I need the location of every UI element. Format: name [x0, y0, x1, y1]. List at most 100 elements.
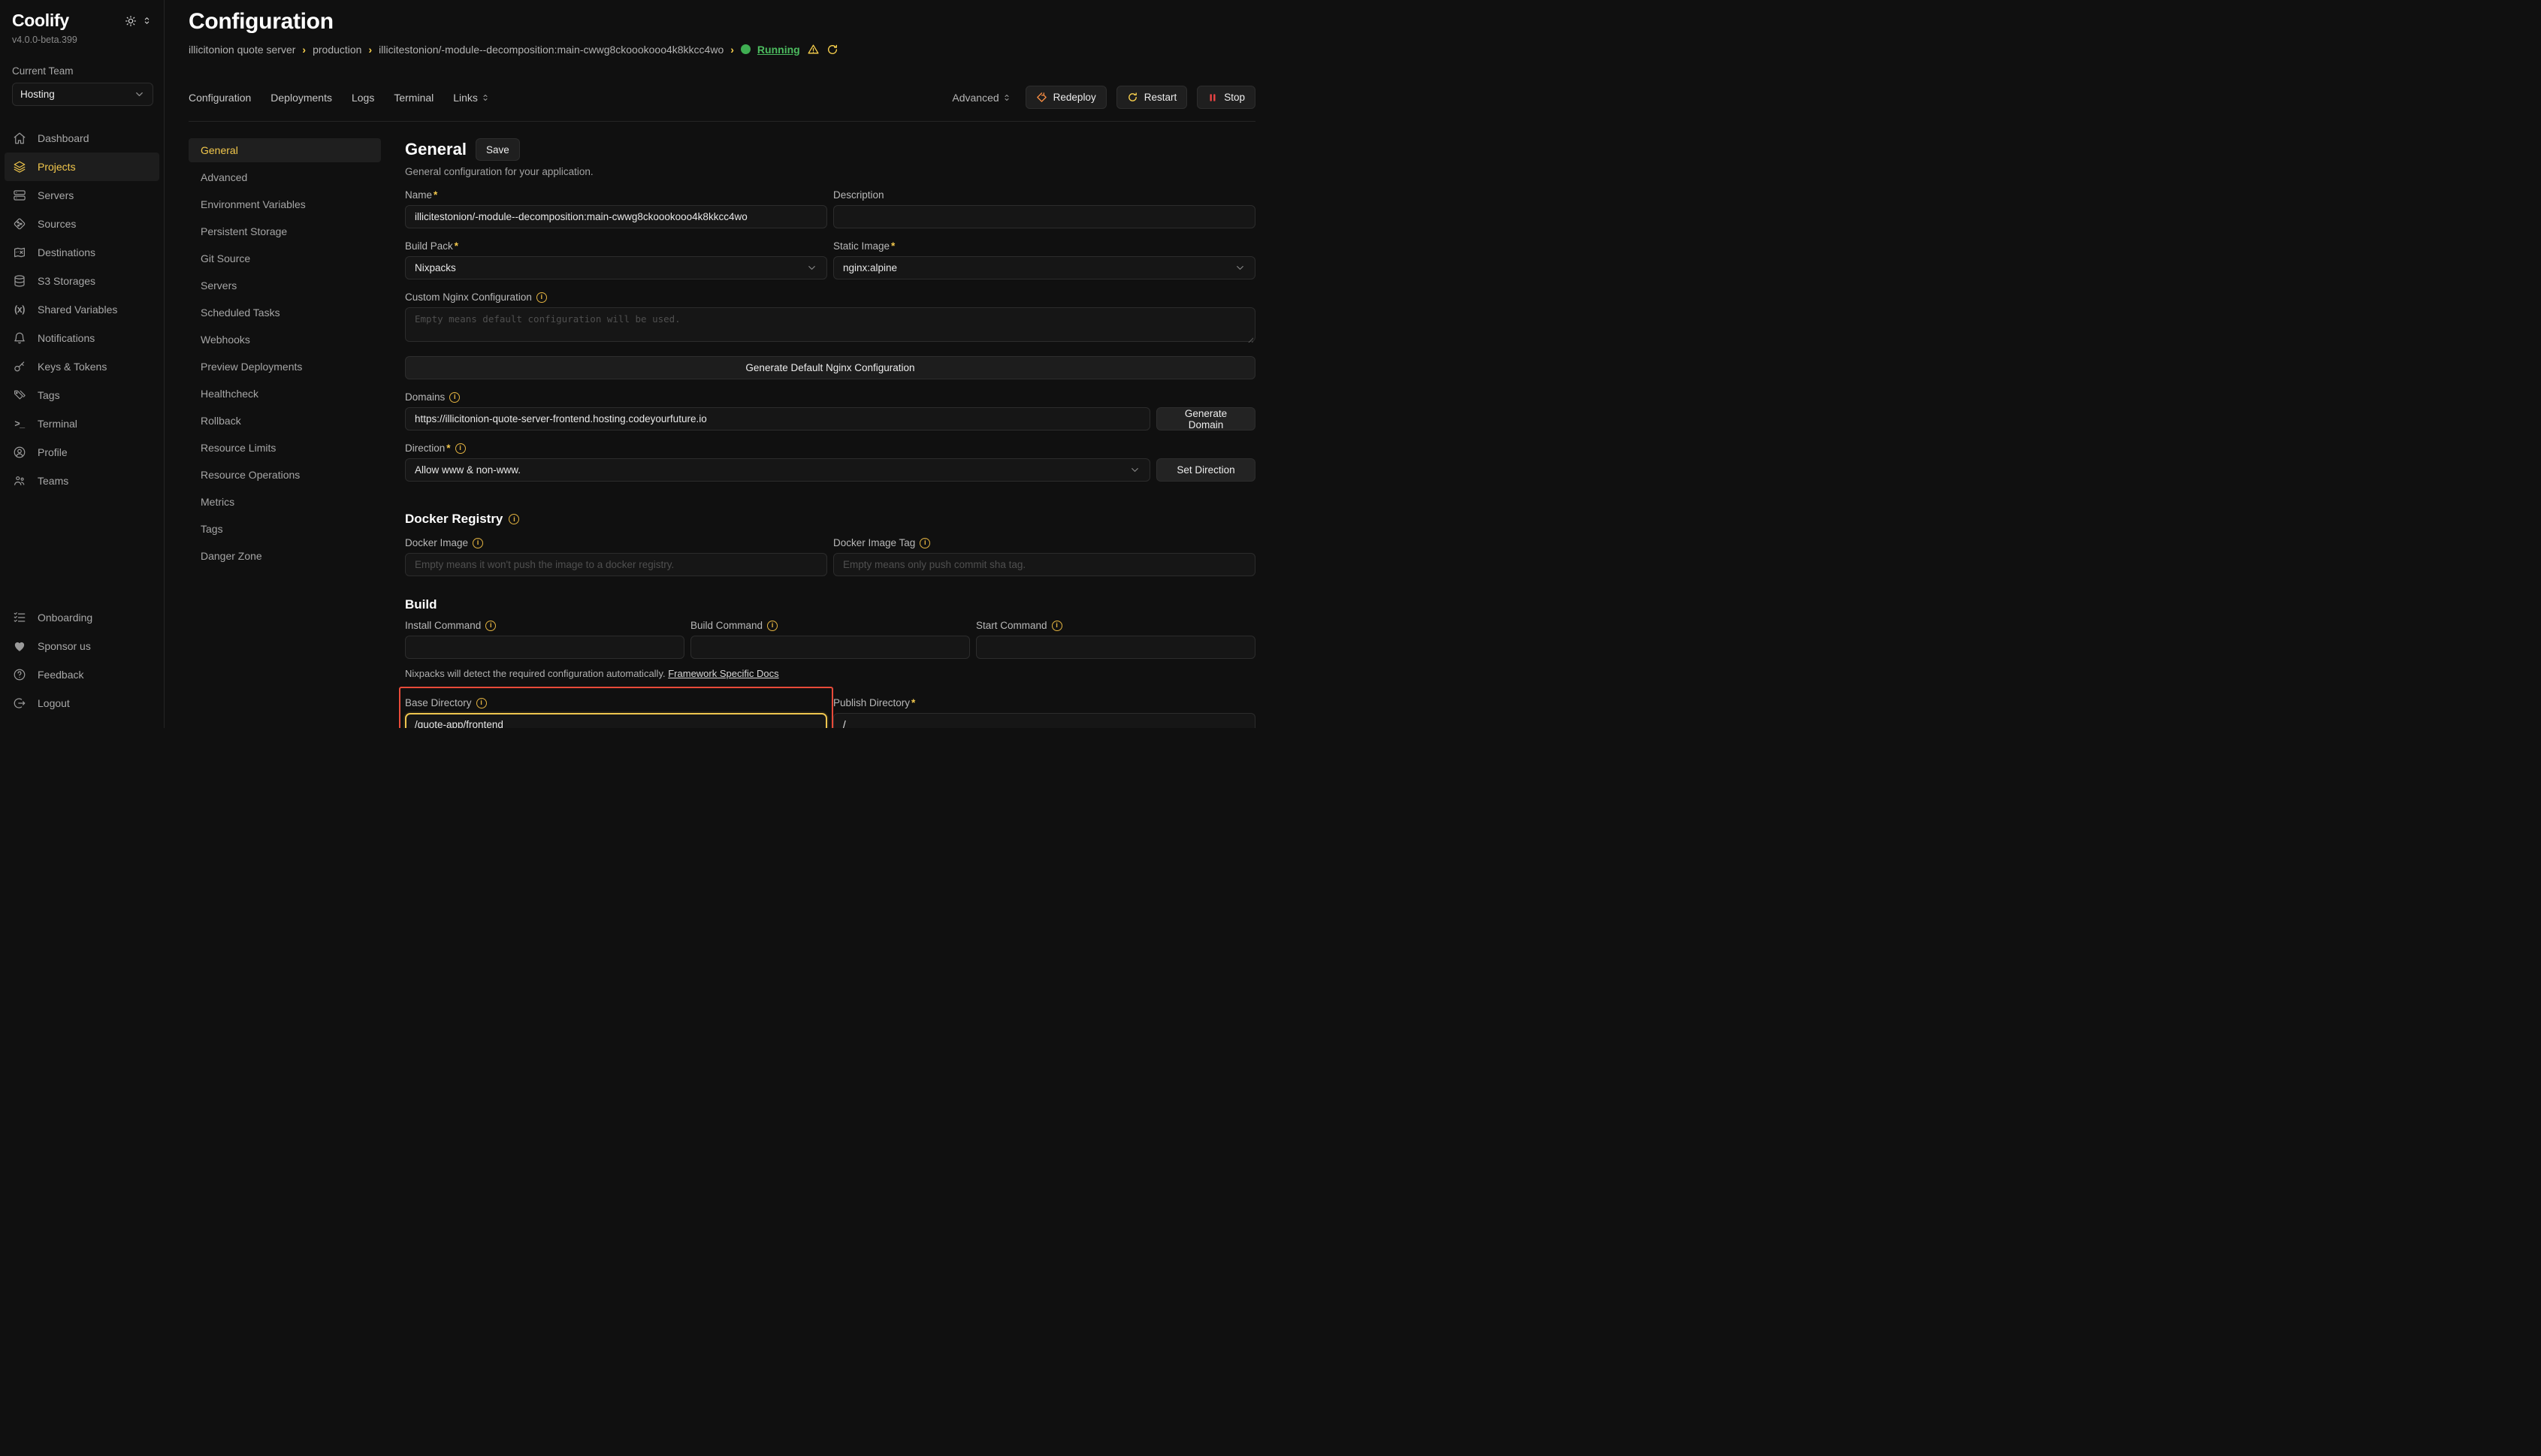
team-select[interactable]: Hosting — [12, 83, 153, 106]
subnav-item-metrics[interactable]: Metrics — [189, 490, 381, 514]
subnav-item-resource-operations[interactable]: Resource Operations — [189, 463, 381, 487]
generate-domain-button[interactable]: Generate Domain — [1156, 407, 1255, 430]
base-directory-field: Base Directory — [405, 697, 827, 728]
restart-button[interactable]: Restart — [1116, 86, 1188, 109]
install-command-input[interactable] — [405, 636, 684, 659]
build-command-field: Build Command — [690, 620, 970, 659]
warning-icon[interactable] — [807, 43, 820, 56]
subnav-item-persistent-storage[interactable]: Persistent Storage — [189, 219, 381, 243]
info-icon[interactable] — [536, 292, 547, 303]
sidebar-item-servers[interactable]: Servers — [5, 181, 159, 210]
docker-image-input[interactable] — [405, 553, 827, 576]
tab-terminal[interactable]: Terminal — [394, 92, 434, 104]
base-directory-input[interactable] — [405, 713, 827, 728]
chevron-down-icon — [134, 89, 145, 100]
sidebar-item-tags[interactable]: Tags — [5, 381, 159, 409]
users-icon — [12, 473, 27, 488]
refresh-icon[interactable] — [826, 44, 838, 56]
chevrons-up-down-icon — [481, 93, 490, 102]
subnav-item-resource-limits[interactable]: Resource Limits — [189, 436, 381, 460]
description-input[interactable] — [833, 205, 1255, 228]
subnav-item-healthcheck[interactable]: Healthcheck — [189, 382, 381, 406]
sidebar-item-dashboard[interactable]: Dashboard — [5, 124, 159, 153]
info-icon[interactable] — [509, 514, 519, 524]
subnav-item-tags[interactable]: Tags — [189, 517, 381, 541]
docker-registry-title: Docker Registry — [405, 512, 1255, 527]
info-icon[interactable] — [473, 538, 483, 548]
stop-button[interactable]: Stop — [1197, 86, 1255, 109]
nixpacks-note: Nixpacks will detect the required config… — [405, 668, 1255, 679]
save-button[interactable]: Save — [476, 138, 520, 161]
framework-docs-link[interactable]: Framework Specific Docs — [668, 668, 778, 679]
custom-nginx-textarea[interactable] — [405, 307, 1255, 342]
domains-input[interactable] — [405, 407, 1150, 430]
subnav-item-environment-variables[interactable]: Environment Variables — [189, 192, 381, 216]
sidebar-item-shared-variables[interactable]: Shared Variables — [5, 295, 159, 324]
subnav-item-advanced[interactable]: Advanced — [189, 165, 381, 189]
info-icon[interactable] — [455, 443, 466, 454]
sidebar-item-terminal[interactable]: Terminal — [5, 409, 159, 438]
sidebar-item-keys-tokens[interactable]: Keys & Tokens — [5, 352, 159, 381]
sidebar-item-onboarding[interactable]: Onboarding — [5, 603, 159, 632]
sidebar-item-s3-storages[interactable]: S3 Storages — [5, 267, 159, 295]
tab-configuration[interactable]: Configuration — [189, 92, 251, 104]
info-icon[interactable] — [485, 621, 496, 631]
subnav-item-rollback[interactable]: Rollback — [189, 409, 381, 433]
breadcrumb-project[interactable]: illicitonion quote server — [189, 44, 295, 56]
subnav-item-scheduled-tasks[interactable]: Scheduled Tasks — [189, 301, 381, 325]
name-field: Name — [405, 189, 827, 228]
theme-switcher-chevrons-icon[interactable] — [142, 16, 152, 26]
sidebar-item-sponsor[interactable]: Sponsor us — [5, 632, 159, 660]
direction-label: Direction — [405, 443, 451, 454]
tab-logs[interactable]: Logs — [352, 92, 374, 104]
sidebar-item-label: Sponsor us — [38, 640, 91, 652]
breadcrumb-environment[interactable]: production — [313, 44, 361, 56]
sidebar-item-logout[interactable]: Logout — [5, 689, 159, 717]
build-pack-select[interactable]: Nixpacks — [405, 256, 827, 279]
app-logo[interactable]: Coolify — [12, 11, 69, 31]
heart-icon — [12, 639, 27, 654]
map-icon — [12, 245, 27, 260]
sidebar-item-sources[interactable]: Sources — [5, 210, 159, 238]
tab-deployments[interactable]: Deployments — [270, 92, 332, 104]
subnav-item-preview-deployments[interactable]: Preview Deployments — [189, 355, 381, 379]
breadcrumb-application[interactable]: illicitestonion/-module--decomposition:m… — [379, 44, 724, 56]
docker-image-tag-input[interactable] — [833, 553, 1255, 576]
sidebar-item-profile[interactable]: Profile — [5, 438, 159, 467]
info-icon[interactable] — [767, 621, 778, 631]
subnav-item-danger-zone[interactable]: Danger Zone — [189, 544, 381, 568]
bell-icon — [12, 331, 27, 346]
theme-sun-icon[interactable] — [125, 15, 137, 27]
subnav-item-servers[interactable]: Servers — [189, 273, 381, 298]
static-image-select[interactable]: nginx:alpine — [833, 256, 1255, 279]
info-icon[interactable] — [920, 538, 930, 548]
direction-select[interactable]: Allow www & non-www. — [405, 458, 1150, 482]
breadcrumb: illicitonion quote server › production ›… — [189, 43, 1255, 56]
sidebar-item-feedback[interactable]: Feedback — [5, 660, 159, 689]
sidebar-item-notifications[interactable]: Notifications — [5, 324, 159, 352]
status-badge[interactable]: Running — [757, 44, 800, 56]
subnav-item-git-source[interactable]: Git Source — [189, 246, 381, 270]
advanced-dropdown[interactable]: Advanced — [952, 92, 1011, 104]
sidebar-item-projects[interactable]: Projects — [5, 153, 159, 181]
set-direction-button[interactable]: Set Direction — [1156, 458, 1255, 482]
sidebar-item-destinations[interactable]: Destinations — [5, 238, 159, 267]
subnav-item-general[interactable]: General — [189, 138, 381, 162]
generate-nginx-button[interactable]: Generate Default Nginx Configuration — [405, 356, 1255, 379]
tab-links[interactable]: Links — [453, 92, 490, 104]
sidebar-item-label: S3 Storages — [38, 275, 95, 287]
info-icon[interactable] — [449, 392, 460, 403]
database-icon — [12, 273, 27, 288]
info-icon[interactable] — [1052, 621, 1062, 631]
start-command-input[interactable] — [976, 636, 1255, 659]
sidebar-item-teams[interactable]: Teams — [5, 467, 159, 495]
info-icon[interactable] — [476, 698, 487, 708]
server-icon — [12, 188, 27, 203]
pause-icon — [1207, 92, 1218, 103]
subnav-item-webhooks[interactable]: Webhooks — [189, 328, 381, 352]
redeploy-button[interactable]: Redeploy — [1026, 86, 1107, 109]
sidebar-footer-nav: Onboarding Sponsor us Feedback Logout — [0, 603, 164, 717]
name-input[interactable] — [405, 205, 827, 228]
build-command-input[interactable] — [690, 636, 970, 659]
publish-directory-input[interactable] — [833, 713, 1255, 728]
